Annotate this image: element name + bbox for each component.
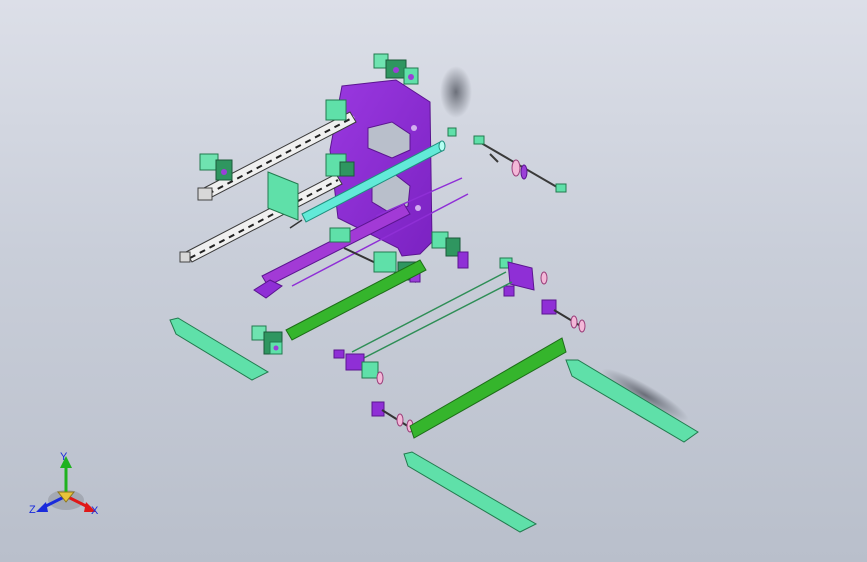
right-bracket-group[interactable] — [499, 257, 548, 297]
axis-z-label: Z — [29, 504, 36, 516]
small-roller-lower[interactable] — [371, 401, 415, 433]
small-roller-right[interactable] — [541, 299, 586, 333]
bottom-left-bracket[interactable] — [251, 325, 283, 355]
coordinate-triad — [36, 456, 96, 512]
axis-x-label: X — [91, 505, 99, 517]
floating-shaft-right[interactable] — [473, 135, 567, 193]
mint-guide-right[interactable] — [565, 359, 699, 443]
mint-guide-bottom[interactable] — [403, 451, 538, 533]
right-clip-upper[interactable] — [431, 231, 469, 269]
green-bar-upper[interactable] — [285, 259, 427, 341]
exploded-assembly-model[interactable] — [0, 0, 867, 562]
bottom-center-bracket[interactable] — [333, 349, 384, 385]
shadow — [440, 66, 472, 118]
cad-viewport[interactable]: Y X Z — [0, 0, 867, 562]
axis-y-label: Y — [60, 451, 68, 463]
green-bar-lower[interactable] — [409, 337, 567, 439]
